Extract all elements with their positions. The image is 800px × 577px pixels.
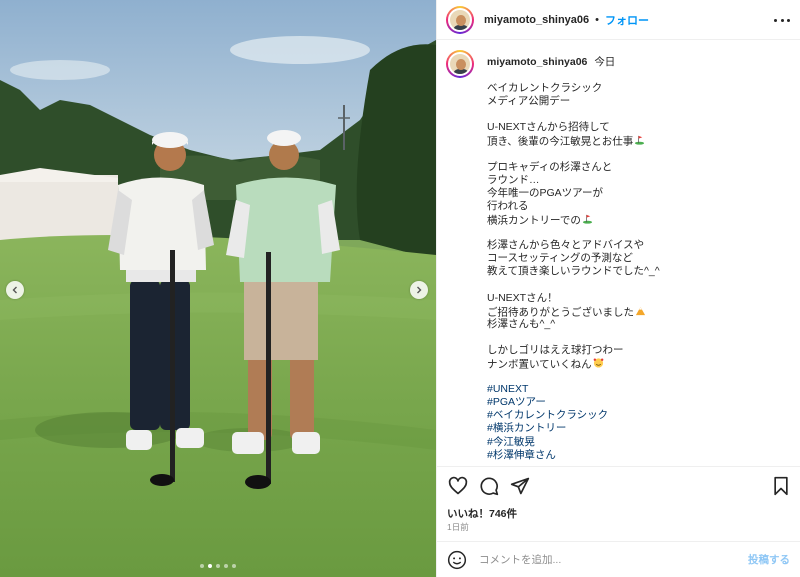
comment-icon[interactable] bbox=[478, 475, 500, 497]
caption-line: 杉澤さんも^_^ bbox=[487, 318, 660, 331]
caption-line: 杉澤さんから色々とアドバイスや bbox=[487, 239, 660, 252]
caption-line: 頂き、後輩の今江敏晃とお仕事 bbox=[487, 134, 660, 149]
caption-line bbox=[487, 108, 660, 121]
bookmark-icon[interactable] bbox=[770, 475, 792, 497]
caption-line: しかしゴリはええ球打つわー bbox=[487, 344, 660, 357]
caption-line-text: #今江敏晃 bbox=[487, 435, 535, 448]
share-icon[interactable] bbox=[509, 475, 531, 497]
caption-line-text: 行われる bbox=[487, 199, 529, 212]
more-options-icon[interactable] bbox=[774, 12, 790, 28]
caption-line: メディア公開デー bbox=[487, 95, 660, 108]
avatar[interactable] bbox=[446, 5, 474, 34]
caption-line: コースセッティングの予測など bbox=[487, 252, 660, 265]
comment-input[interactable] bbox=[479, 553, 748, 566]
caption-line-text: 今年唯一のPGAツアーが bbox=[487, 186, 604, 199]
caption-area[interactable]: miyamoto_shinya06 今日 ベイカレントクラシック メディア公開デー… bbox=[437, 40, 800, 466]
slide-dot bbox=[208, 564, 212, 568]
post-time[interactable]: 1日前 bbox=[437, 519, 800, 541]
slide-dot bbox=[224, 564, 228, 568]
caption-line-text: #横浜カントリー bbox=[487, 422, 567, 435]
slide-dot bbox=[232, 564, 236, 568]
previous-slide-button[interactable] bbox=[6, 281, 24, 299]
caption-line-text: U-NEXTさんから招待して bbox=[487, 121, 610, 134]
caption-line: ご招待ありがとうございました bbox=[487, 305, 660, 318]
caption-line: 横浜カントリーでの bbox=[487, 213, 660, 226]
like-count[interactable]: いいね！746件 bbox=[437, 504, 800, 520]
caption-line-text: ベイカレントクラシック bbox=[487, 82, 603, 94]
golf-flag-icon bbox=[582, 213, 593, 228]
caption-line-text: ラウンド… bbox=[487, 173, 540, 186]
golf-course-photo bbox=[0, 0, 436, 577]
caption-line-text: しかしゴリはええ球打つわー bbox=[487, 343, 624, 356]
hashtag-link[interactable]: #UNEXT bbox=[487, 383, 660, 396]
caption-line: U-NEXTさんから招待して bbox=[487, 121, 660, 134]
caption-line-text: U-NEXTさん！ bbox=[487, 291, 558, 304]
action-bar bbox=[437, 466, 800, 504]
caption-line-text: #PGAツアー bbox=[487, 396, 546, 409]
caption-line: ベイカレントクラシック bbox=[487, 82, 660, 95]
caption-line bbox=[487, 331, 660, 344]
smiling-face-hearts-icon bbox=[593, 357, 604, 372]
caption-line-text: 頂き、後輩の今江敏晃とお仕事 bbox=[487, 135, 634, 148]
hashtag-link[interactable]: #PGAツアー bbox=[487, 396, 660, 409]
username[interactable]: miyamoto_shinya06 bbox=[484, 14, 589, 26]
caption-line: ラウンド… bbox=[487, 174, 660, 187]
caption-line-text: #杉澤伸章さん bbox=[487, 448, 556, 461]
caption-line: 行われる bbox=[487, 200, 660, 213]
caption-line bbox=[487, 370, 660, 383]
post-photo[interactable] bbox=[0, 0, 436, 577]
caption-line: 教えて頂き楽しいラウンドでした^_^ bbox=[487, 265, 660, 278]
caption-date: 今日 bbox=[594, 56, 616, 68]
post-sidebar: miyamoto_shinya06 • フォロー miyamoto_shinya… bbox=[436, 0, 800, 577]
slide-dot bbox=[216, 564, 220, 568]
caption-username[interactable]: miyamoto_shinya06 bbox=[487, 56, 587, 68]
hashtag-link[interactable]: #横浜カントリー bbox=[487, 422, 660, 435]
golf-flag-icon bbox=[634, 134, 645, 149]
slide-indicator bbox=[0, 564, 436, 568]
chevron-right-icon bbox=[417, 286, 422, 294]
caption-line-text: 教えて頂き楽しいラウンドでした^_^ bbox=[487, 265, 660, 278]
post-header: miyamoto_shinya06 • フォロー bbox=[437, 0, 800, 40]
caption-line-text: コースセッティングの予測など bbox=[487, 252, 633, 265]
caption-line: U-NEXTさん！ bbox=[487, 292, 660, 305]
caption-line-text: プロキャディの杉澤さんと bbox=[487, 160, 613, 173]
caption-line-text: メディア公開デー bbox=[487, 95, 571, 108]
caption-line: プロキャディの杉澤さんと bbox=[487, 161, 660, 174]
heart-icon[interactable] bbox=[447, 475, 469, 497]
caption-line-text: ナンボ置いていくねん bbox=[487, 358, 592, 371]
caption-line: 今年唯一のPGAツアーが bbox=[487, 187, 660, 200]
next-slide-button[interactable] bbox=[410, 281, 428, 299]
separator: • bbox=[595, 13, 600, 26]
caption-line-text: 杉澤さんから色々とアドバイスや bbox=[487, 239, 645, 252]
comment-bar: 投稿する bbox=[437, 541, 800, 577]
hashtag-link[interactable]: #ベイカレントクラシック bbox=[487, 409, 660, 422]
caption-line-text: #ベイカレントクラシック bbox=[487, 409, 609, 422]
caption-line-text: 横浜カントリーでの bbox=[487, 214, 581, 227]
chevron-left-icon bbox=[12, 286, 17, 294]
caption-line: ナンボ置いていくねん bbox=[487, 357, 660, 370]
post-comment-button[interactable]: 投稿する bbox=[748, 552, 790, 567]
caption-text: ベイカレントクラシック メディア公開デー U-NEXTさんから招待して 頂き、後輩の今… bbox=[487, 82, 660, 462]
follow-button[interactable]: フォロー bbox=[605, 12, 649, 28]
caption-line bbox=[487, 226, 660, 239]
slide-dot bbox=[200, 564, 204, 568]
caption-line-text: ご招待ありがとうございました bbox=[487, 305, 634, 318]
instagram-post: miyamoto_shinya06 • フォロー miyamoto_shinya… bbox=[0, 0, 800, 577]
mountain-icon bbox=[635, 305, 646, 320]
hashtag-link[interactable]: #杉澤伸章さん bbox=[487, 449, 660, 462]
hashtag-link[interactable]: #今江敏晃 bbox=[487, 436, 660, 449]
caption-line bbox=[487, 278, 660, 291]
caption-line-text: 杉澤さんも^_^ bbox=[487, 317, 556, 330]
emoji-icon[interactable] bbox=[447, 550, 467, 570]
caption-line-text: #UNEXT bbox=[487, 383, 529, 396]
caption-avatar[interactable] bbox=[446, 50, 474, 78]
